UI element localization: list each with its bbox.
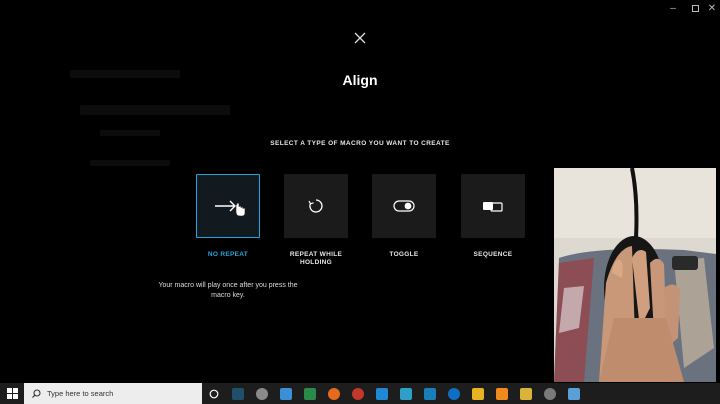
excel-icon xyxy=(304,387,316,400)
taskbar-app-document[interactable] xyxy=(562,383,586,404)
taskbar: Type here to search xyxy=(0,383,720,404)
taskbar-app-vscode[interactable] xyxy=(370,383,394,404)
edge-icon xyxy=(400,387,412,400)
macro-type-label: NO REPEAT xyxy=(207,251,249,258)
taskbar-app-teamviewer[interactable] xyxy=(442,383,466,404)
firefox-icon xyxy=(328,387,340,400)
document-icon xyxy=(568,387,580,400)
logitech-icon xyxy=(232,387,244,400)
close-dialog-button[interactable] xyxy=(353,31,367,45)
instruction-text: SELECT A TYPE OF MACRO YOU WANT TO CREAT… xyxy=(270,140,450,147)
webcam-overlay xyxy=(554,168,716,382)
sequence-icon xyxy=(483,202,503,212)
cortana-button[interactable] xyxy=(202,383,226,404)
windows-logo-icon xyxy=(6,388,18,399)
taskbar-app-store[interactable] xyxy=(274,383,298,404)
macro-type-sequence[interactable] xyxy=(461,174,525,238)
teamviewer-icon xyxy=(448,387,460,400)
taskbar-app-file-explorer[interactable] xyxy=(466,383,490,404)
search-placeholder: Type here to search xyxy=(47,389,114,398)
macro-type-label: REPEAT WHILE HOLDING xyxy=(289,251,343,266)
media-player-icon xyxy=(520,387,532,400)
search-icon xyxy=(32,389,41,398)
close-window-button[interactable]: ✕ xyxy=(704,0,720,16)
taskbar-app-excel[interactable] xyxy=(298,383,322,404)
cursor-hand-icon xyxy=(235,202,246,217)
vscode-icon xyxy=(376,387,388,400)
arrow-right-icon xyxy=(215,200,246,217)
background-panel xyxy=(80,105,230,115)
taskbar-app-firefox[interactable] xyxy=(322,383,346,404)
page-title: Align xyxy=(342,72,378,88)
file-explorer-icon xyxy=(472,387,484,400)
macro-type-label: TOGGLE xyxy=(389,251,419,258)
cortana-icon xyxy=(209,389,219,398)
taskbar-app-edge[interactable] xyxy=(394,383,418,404)
taskbar-app-media-player[interactable] xyxy=(514,383,538,404)
macro-type-repeat-while-holding[interactable] xyxy=(284,174,348,238)
macro-type-toggle[interactable] xyxy=(372,174,436,238)
cloud-app-icon xyxy=(256,387,268,400)
close-icon xyxy=(354,32,366,44)
taskbar-search-box[interactable]: Type here to search xyxy=(24,383,202,404)
macro-type-label: SEQUENCE xyxy=(473,251,513,258)
background-panel xyxy=(90,160,170,166)
taskbar-app-vlc[interactable] xyxy=(490,383,514,404)
taskbar-app-photos[interactable] xyxy=(538,383,562,404)
taskbar-app-logitech[interactable] xyxy=(226,383,250,404)
toggle-switch-icon xyxy=(393,200,415,212)
taskbar-app-cloud[interactable] xyxy=(250,383,274,404)
macro-type-no-repeat[interactable] xyxy=(196,174,260,238)
maximize-button[interactable] xyxy=(684,0,706,16)
kobo-icon xyxy=(424,387,436,400)
taskbar-app-kobo[interactable] xyxy=(418,383,442,404)
taskbar-app-settings[interactable] xyxy=(346,383,370,404)
store-icon xyxy=(280,387,292,400)
background-panel xyxy=(100,130,160,136)
maximize-icon xyxy=(691,4,699,12)
settings-app-icon xyxy=(352,387,364,400)
start-button[interactable] xyxy=(0,383,24,404)
photos-icon xyxy=(544,387,556,400)
repeat-circle-icon xyxy=(308,199,323,213)
macro-description: Your macro will play once after you pres… xyxy=(158,282,298,299)
vlc-icon xyxy=(496,387,508,400)
minimize-button[interactable]: – xyxy=(662,0,684,16)
